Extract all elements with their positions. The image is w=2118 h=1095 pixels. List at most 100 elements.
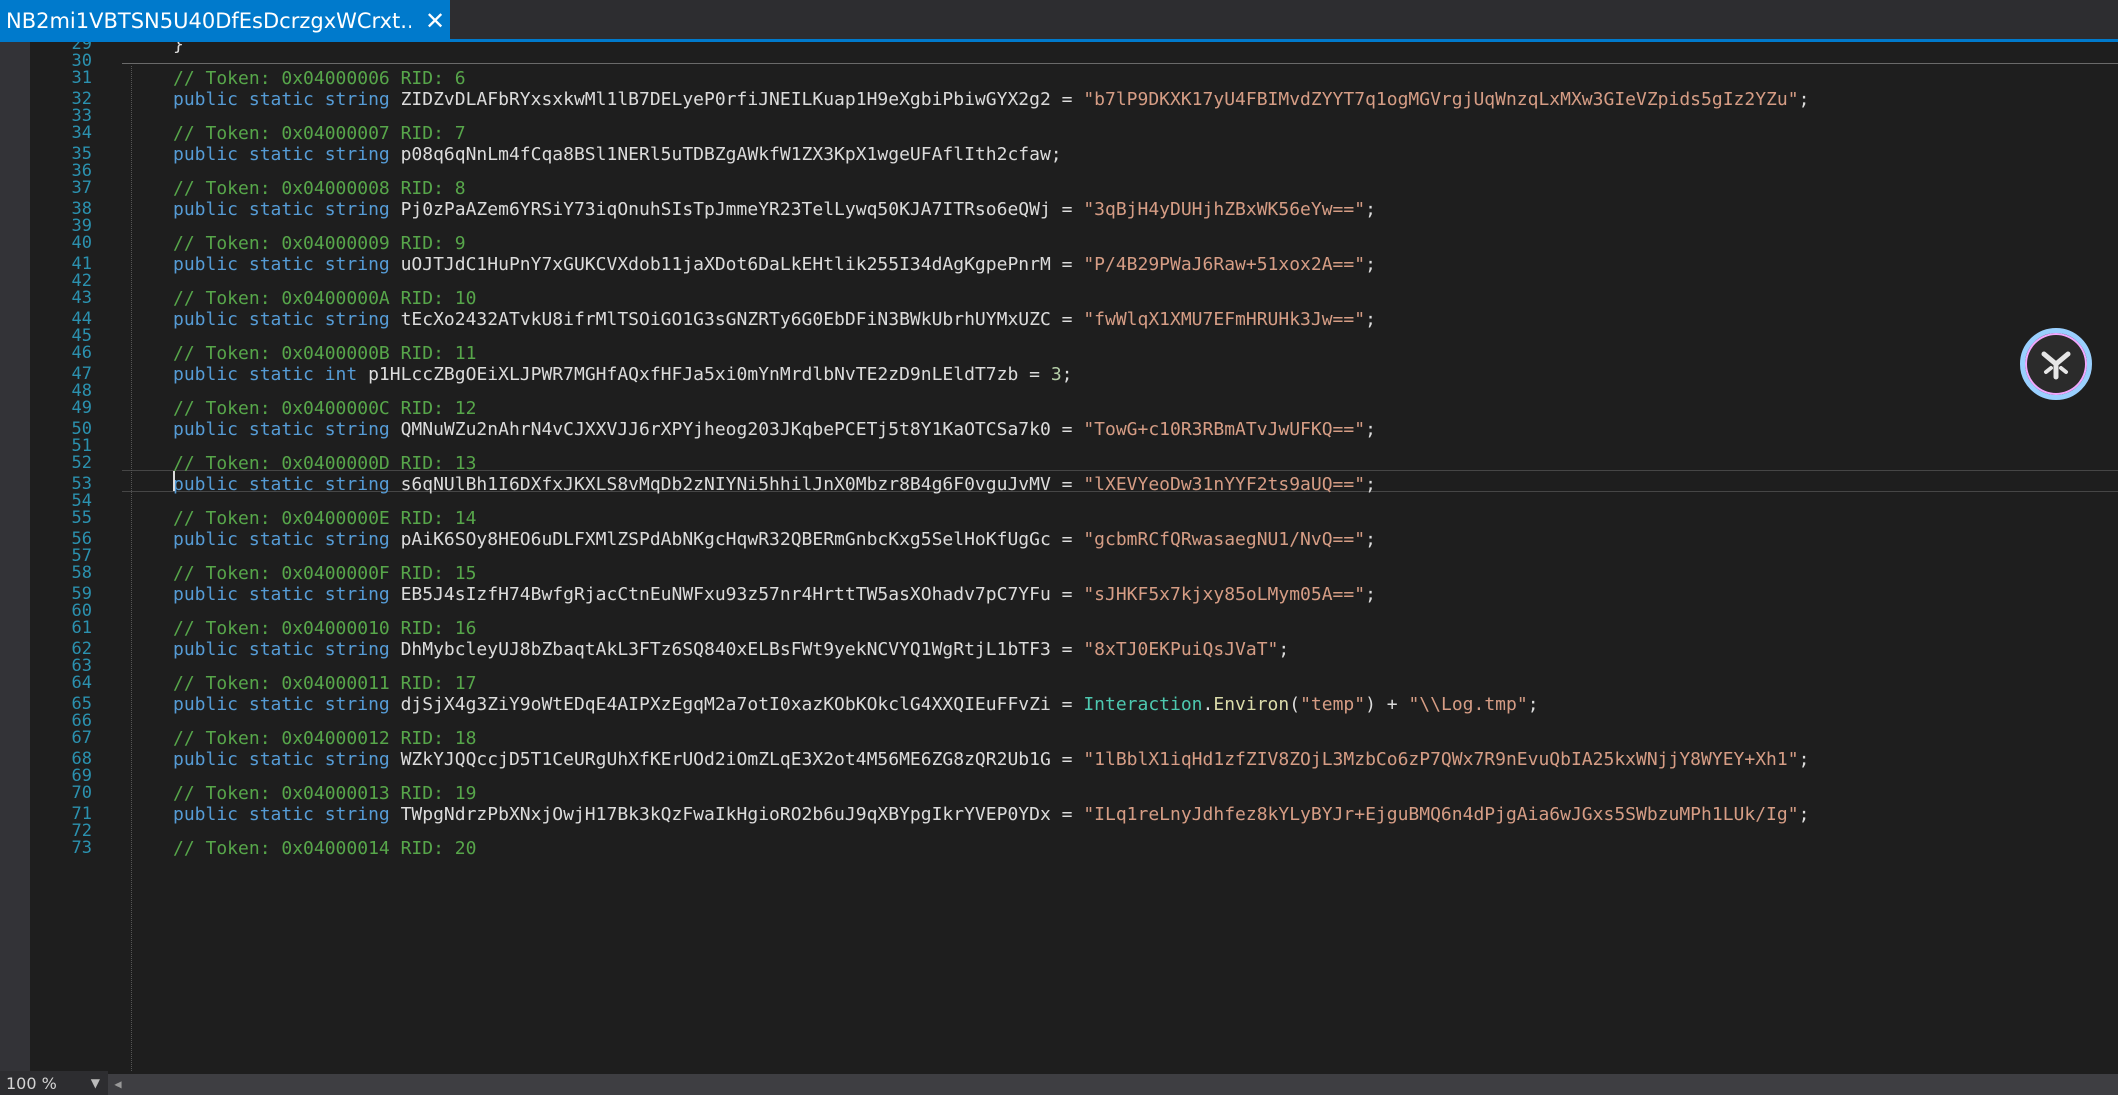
code-token: pAiK6SOy8HEO6uDLFXMlZSPdAbNKgcHqwR32QBER…: [400, 529, 1084, 550]
code-line: // Token: 0x04000014 RID: 20: [173, 840, 476, 858]
code-line: public static int p1HLccZBgOEiXLJPWR7MGH…: [173, 366, 1073, 384]
code-line: public static string pAiK6SOy8HEO6uDLFXM…: [173, 531, 1376, 549]
code-token: Environ: [1213, 694, 1290, 715]
code-token: ;: [1278, 639, 1290, 660]
line-number: 31: [71, 68, 92, 88]
code-line: public static string WZkYJQQccjD5T1CeURg…: [173, 751, 1809, 769]
code-token: }: [173, 42, 184, 55]
line-number: 61: [71, 618, 92, 638]
code-token: "b7lP9DKXK17yU4FBIMvdZYYT7q1ogMGVrgjUqWn…: [1083, 89, 1799, 110]
code-token: public static string: [173, 639, 401, 660]
code-token: ;: [1365, 199, 1376, 220]
code-line: public static string QMNuWZu2nAhrN4vCJXX…: [173, 421, 1376, 439]
code-token: Pj0zPaAZem6YRSiY73iqOnuhSIsTpJmmeYR23Tel…: [400, 199, 1084, 220]
code-token: ;: [1798, 89, 1810, 110]
code-token: "lXEVYeoDw31nYYF2ts9aUQ==": [1083, 474, 1366, 495]
zoom-selector[interactable]: 100 % ▼: [0, 1071, 108, 1095]
code-token: ;: [1365, 529, 1376, 550]
code-line: public static string djSjX4g3ZiY9oWtEDqE…: [173, 696, 1539, 714]
code-token: ;: [1365, 254, 1376, 275]
code-token: "sJHKF5x7kjxy85oLMym05A==": [1083, 584, 1366, 605]
code-token: uOJTJdC1HuPnY7xGUKCVXdob11jaXDot6DaLkEHt…: [400, 254, 1084, 275]
code-line: // Token: 0x04000008 RID: 8: [173, 180, 466, 198]
text-caret: [173, 471, 175, 491]
line-number: 49: [71, 398, 92, 418]
code-token: // Token: 0x04000010 RID: 16: [173, 618, 477, 639]
close-icon[interactable]: ✕: [425, 9, 445, 33]
code-token: // Token: 0x0400000A RID: 10: [173, 288, 477, 309]
code-token: public static string: [173, 474, 401, 495]
code-token: // Token: 0x04000006 RID: 6: [173, 68, 466, 89]
code-token: "3qBjH4yDUHjhZBxWK56eYw==": [1083, 199, 1366, 220]
code-token: ;: [1365, 584, 1376, 605]
scroll-left-arrow-icon[interactable]: ◀: [108, 1074, 128, 1095]
indent-guide: [131, 66, 132, 1071]
code-token: public static string: [173, 199, 401, 220]
code-token: "P/4B29PWaJ6Raw+51xox2A==": [1083, 254, 1366, 275]
code-line: public static string uOJTJdC1HuPnY7xGUKC…: [173, 256, 1376, 274]
code-token: public static string: [173, 144, 401, 165]
tab-title: NB2mi1VBTSN5U40DfEsDcrzgxWCrxt...: [6, 9, 411, 33]
fold-separator: [122, 63, 2118, 64]
code-token: "1lBblX1iqHd1zfZIV8ZOjL3MzbCo6zP7QWx7R9n…: [1083, 749, 1799, 770]
code-token: Interaction: [1083, 694, 1203, 715]
document-tab-bar: NB2mi1VBTSN5U40DfEsDcrzgxWCrxt... ✕: [0, 0, 2118, 42]
code-token: "\\Log.tmp": [1408, 694, 1528, 715]
code-token: "ILq1reLnyJdhfez8kYLyBYJr+EjguBMQ6n4dPjg…: [1083, 804, 1799, 825]
code-token: public static string: [173, 694, 401, 715]
code-line: // Token: 0x04000009 RID: 9: [173, 235, 466, 253]
code-token: // Token: 0x04000011 RID: 17: [173, 673, 477, 694]
horizontal-scrollbar[interactable]: [108, 1074, 2118, 1095]
code-line: // Token: 0x0400000D RID: 13: [173, 455, 476, 473]
code-line: // Token: 0x04000007 RID: 7: [173, 125, 466, 143]
code-token: "8xTJ0EKPuiQsJVaT": [1083, 639, 1279, 660]
code-line: // Token: 0x04000006 RID: 6: [173, 70, 466, 88]
code-token: s6qNUlBh1I6DXfxJKXLS8vMqDb2zNIYNi5hhilJn…: [400, 474, 1084, 495]
code-token: // Token: 0x0400000E RID: 14: [173, 508, 477, 529]
code-line: // Token: 0x04000010 RID: 16: [173, 620, 476, 638]
code-line: public static string TWpgNdrzPbXNxjOwjH1…: [173, 806, 1809, 824]
zoom-level: 100 %: [6, 1073, 57, 1093]
code-token: djSjX4g3ZiY9oWtEDqE4AIPXzEgqM2a7otI0xazK…: [400, 694, 1084, 715]
code-editor[interactable]: 29} 30 31// Token: 0x04000006 RID: 6 32 publ…: [0, 42, 2118, 1071]
document-tab[interactable]: NB2mi1VBTSN5U40DfEsDcrzgxWCrxt... ✕: [0, 0, 450, 42]
code-token: public static string: [173, 804, 401, 825]
line-number: 40: [71, 233, 92, 253]
code-token: public static int: [173, 364, 369, 385]
code-line: // Token: 0x0400000A RID: 10: [173, 290, 476, 308]
code-token: .: [1202, 694, 1214, 715]
line-number: 43: [71, 288, 92, 308]
code-line: public static string tEcXo2432ATvkU8ifrM…: [173, 311, 1376, 329]
line-number: 55: [71, 508, 92, 528]
code-line: public static string Pj0zPaAZem6YRSiY73i…: [173, 201, 1376, 219]
code-token: ;: [1365, 419, 1376, 440]
code-token: ;: [1061, 364, 1073, 385]
line-number: 67: [71, 728, 92, 748]
code-token: // Token: 0x04000008 RID: 8: [173, 178, 466, 199]
line-number: 58: [71, 563, 92, 583]
line-number: 34: [71, 123, 92, 143]
code-token: public static string: [173, 529, 401, 550]
code-token: public static string: [173, 254, 401, 275]
code-token: "TowG+c10R3RBmATvJwUFKQ==": [1083, 419, 1366, 440]
code-line: // Token: 0x0400000F RID: 15: [173, 565, 476, 583]
code-line: // Token: 0x04000011 RID: 17: [173, 675, 476, 693]
code-line: }: [173, 42, 184, 54]
code-line: // Token: 0x0400000C RID: 12: [173, 400, 476, 418]
indicator-margin: [0, 42, 30, 1071]
code-line: public static string DhMybcleyUJ8bZbaqtA…: [173, 641, 1289, 659]
line-number: 73: [71, 838, 92, 858]
code-token: public static string: [173, 749, 401, 770]
ai-assistant-icon[interactable]: [2020, 328, 2092, 400]
code-token: EB5J4sIzfH74BwfgRjacCtnEuNWFxu93z57nr4Hr…: [400, 584, 1084, 605]
code-token: // Token: 0x04000009 RID: 9: [173, 233, 466, 254]
code-token: (: [1289, 694, 1301, 715]
chevron-down-icon[interactable]: ▼: [91, 1076, 100, 1090]
line-number: 70: [71, 783, 92, 803]
code-line: public static string p08q6qNnLm4fCqa8BSl…: [173, 146, 1062, 164]
code-token: ;: [1798, 804, 1810, 825]
code-token: "gcbmRCfQRwasaegNU1/NvQ==": [1083, 529, 1366, 550]
line-number: 64: [71, 673, 92, 693]
code-token: public static string: [173, 309, 401, 330]
code-token: ;: [1527, 694, 1539, 715]
